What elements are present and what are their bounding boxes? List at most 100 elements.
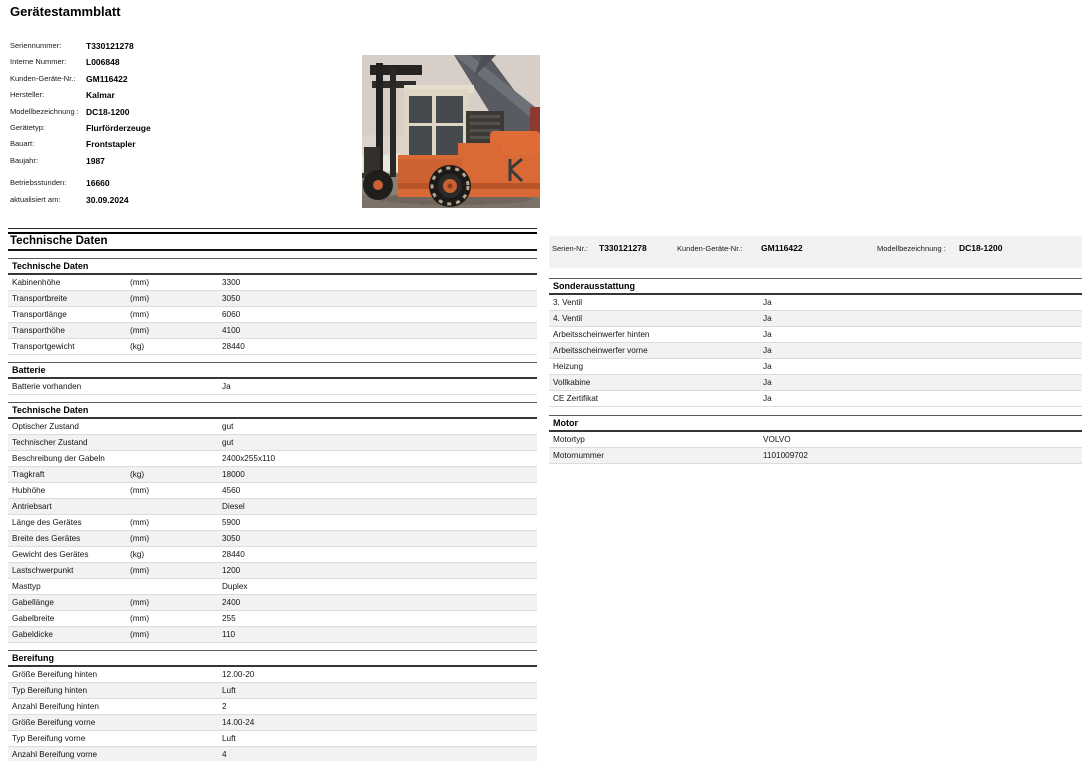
header-field-row: Modellbezeichnung : DC18-1200: [10, 106, 340, 122]
row-unit: (kg): [130, 470, 145, 479]
row-unit: [130, 747, 222, 761]
header-field-row: Betriebsstunden: 16660: [10, 177, 340, 193]
field-label: Modellbezeichnung :: [877, 244, 946, 253]
table-row: Beschreibung der Gabeln 2400x255x110: [8, 451, 537, 467]
field-value: 30.09.2024: [86, 194, 129, 205]
row-unit: [671, 391, 763, 406]
info-bar-field: Serien-Nr.: T330121278: [552, 236, 647, 254]
row-value: 3050: [222, 534, 241, 543]
table-heading: Motor: [549, 415, 1082, 432]
row-label: Tragkraft: [12, 470, 45, 479]
header-field-row: Seriennummer: T330121278: [10, 40, 340, 56]
row-value: 4100: [222, 326, 241, 335]
row-label: Motortyp: [553, 435, 585, 444]
table-heading: Technische Daten: [8, 258, 537, 275]
row-label: Vollkabine: [553, 378, 591, 387]
table-row: Gabellänge (mm) 2400: [8, 595, 537, 611]
table-row: Antriebsart Diesel: [8, 499, 537, 515]
table-row: Typ Bereifung hinten Luft: [8, 683, 537, 699]
row-value: 18000: [222, 470, 245, 479]
row-unit: [671, 327, 763, 342]
row-label: Lastschwerpunkt: [12, 566, 74, 575]
table-rows: Größe Bereifung hinten 12.00-20 Typ Bere…: [8, 667, 537, 761]
field-label: Bauart:: [10, 139, 35, 149]
table-rows: Batterie vorhanden Ja: [8, 379, 537, 395]
table-row: Größe Bereifung hinten 12.00-20: [8, 667, 537, 683]
row-value: 4560: [222, 486, 241, 495]
row-value: 1200: [222, 566, 241, 575]
field-label: Kunden-Geräte-Nr.:: [677, 244, 743, 253]
row-label: Gewicht des Gerätes: [12, 550, 89, 559]
row-unit: [671, 343, 763, 358]
row-label: Masttyp: [12, 582, 41, 591]
row-label: Anzahl Bereifung vorne: [12, 750, 98, 759]
row-unit: [671, 359, 763, 374]
table-row: Gabeldicke (mm) 110: [8, 627, 537, 643]
row-label: Motornummer: [553, 451, 604, 460]
row-unit: (mm): [130, 598, 150, 607]
row-unit: [130, 667, 222, 682]
table-row: Batterie vorhanden Ja: [8, 379, 537, 395]
row-label: Gabelbreite: [12, 614, 55, 623]
equipment-photo: [362, 55, 540, 208]
row-label: Hubhöhe: [12, 486, 46, 495]
field-value: Kalmar: [86, 90, 115, 101]
row-unit: (kg): [130, 342, 145, 351]
row-value: 255: [222, 614, 236, 623]
header-field-row: Gerätetyp: Flurförderzeuge: [10, 122, 340, 138]
table-row: Typ Bereifung vorne Luft: [8, 731, 537, 747]
table-row: Technischer Zustand gut: [8, 435, 537, 451]
row-value: VOLVO: [763, 435, 791, 444]
header-field-row: Bauart: Frontstapler: [10, 138, 340, 154]
row-label: 3. Ventil: [553, 298, 583, 307]
row-value: 28440: [222, 550, 245, 559]
row-value: Luft: [222, 734, 236, 743]
field-label: Kunden-Geräte-Nr.:: [10, 73, 76, 83]
field-value: T330121278: [599, 243, 647, 253]
row-unit: [130, 579, 222, 594]
row-unit: [671, 295, 763, 310]
field-label: Modellbezeichnung :: [10, 106, 79, 116]
row-label: Optischer Zustand: [12, 422, 79, 431]
row-unit: [130, 435, 222, 450]
field-value: Frontstapler: [86, 139, 136, 150]
row-value: 12.00-20: [222, 670, 255, 679]
row-unit: [130, 451, 222, 466]
row-label: Batterie vorhanden: [12, 382, 82, 391]
table-row: Lastschwerpunkt (mm) 1200: [8, 563, 537, 579]
geraetestammblatt-page: Gerätestammblatt Seriennummer: T33012127…: [0, 0, 1089, 761]
data-table: Sonderausstattung 3. Ventil Ja 4. Ventil…: [549, 278, 1082, 407]
right-column: Serien-Nr.: T330121278 Kunden-Geräte-Nr.…: [549, 236, 1082, 464]
table-row: Transportlänge (mm) 6060: [8, 307, 537, 323]
row-unit: (mm): [130, 486, 150, 495]
field-label: Gerätetyp:: [10, 122, 46, 132]
device-header-fields: Seriennummer: T330121278 Interne Nummer:…: [10, 40, 340, 210]
header-field-row: Hersteller: Kalmar: [10, 89, 340, 105]
data-table: Batterie Batterie vorhanden Ja: [8, 362, 537, 395]
row-value: 1101009702: [763, 451, 808, 460]
row-value: 28440: [222, 342, 245, 351]
table-heading: Sonderausstattung: [549, 278, 1082, 295]
row-unit: [130, 731, 222, 746]
table-row: Optischer Zustand gut: [8, 419, 537, 435]
row-label: Gabeldicke: [12, 630, 53, 639]
table-row: Anzahl Bereifung hinten 2: [8, 699, 537, 715]
table-row: Tragkraft (kg) 18000: [8, 467, 537, 483]
row-label: Arbeitsscheinwerfer vorne: [553, 346, 648, 355]
row-value: 5900: [222, 518, 241, 527]
row-unit: (mm): [130, 630, 150, 639]
table-row: CE Zertifikat Ja: [549, 391, 1082, 407]
table-row: Größe Bereifung vorne 14.00-24: [8, 715, 537, 731]
row-value: 14.00-24: [222, 718, 255, 727]
row-label: Transportlänge: [12, 310, 67, 319]
row-value: Ja: [763, 298, 772, 307]
device-info-bar: Serien-Nr.: T330121278 Kunden-Geräte-Nr.…: [549, 236, 1082, 268]
row-unit: (mm): [130, 614, 150, 623]
row-value: Ja: [763, 314, 772, 323]
field-value: DC18-1200: [959, 243, 1003, 253]
row-label: Arbeitsscheinwerfer hinten: [553, 330, 650, 339]
row-value: 110: [222, 630, 236, 639]
data-table: Technische Daten Optischer Zustand gut T…: [8, 402, 537, 643]
row-label: Breite des Gerätes: [12, 534, 81, 543]
row-label: Transportbreite: [12, 294, 68, 303]
